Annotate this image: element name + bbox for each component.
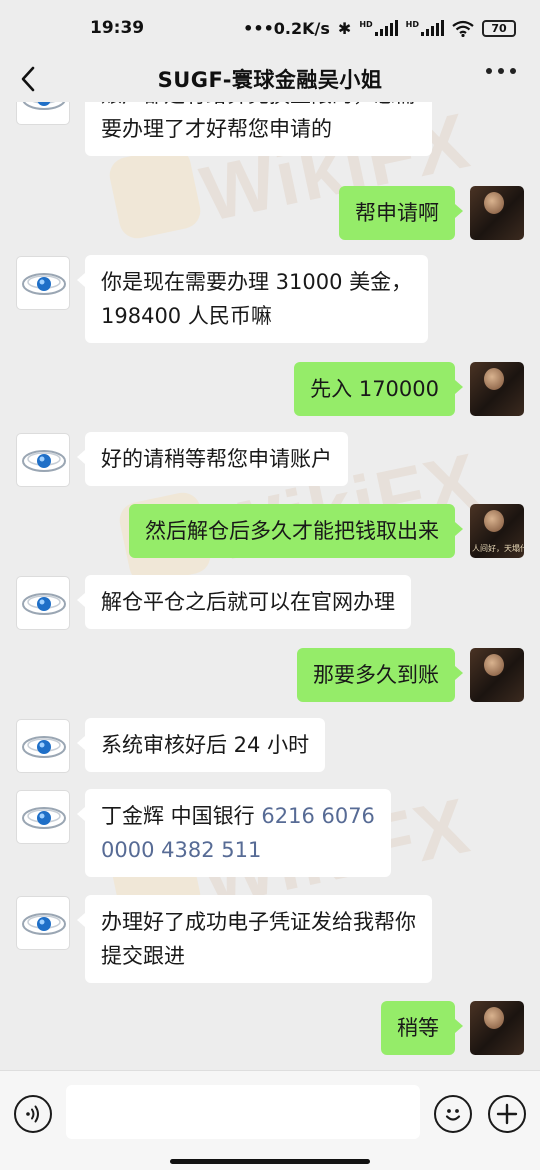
avatar[interactable]: 人间好，天塌什么 <box>470 504 524 558</box>
message-text: 那要多久到账 <box>313 663 439 687</box>
plus-icon[interactable] <box>488 1095 526 1133</box>
avatar[interactable] <box>16 256 70 310</box>
status-indicators: •••0.2K/s ✱ HD HD 70 <box>243 19 516 38</box>
wifi-icon <box>452 20 474 37</box>
message-text: 办理好了成功电子凭证发给我帮你 <box>101 910 416 934</box>
message-bubble[interactable]: 账户都是有给算完换上限的，您需 要办理了才好帮您申请的 <box>85 102 432 156</box>
message-text: 丁金辉 中国银行 6216 6076 <box>101 804 375 828</box>
message-text: 系统审核好后 24 小时 <box>101 733 310 757</box>
globe-logo-icon <box>17 736 69 772</box>
message-right: 帮申请啊 <box>0 184 540 242</box>
message-bubble[interactable]: 办理好了成功电子凭证发给我帮你 提交跟进 <box>77 895 432 983</box>
message-text: 帮申请啊 <box>355 201 439 225</box>
message-text: 好的请稍等帮您申请账户 <box>101 447 332 471</box>
message-left: 解仓平仓之后就可以在官网办理 <box>0 575 540 633</box>
message-text: 然后解仓后多久才能把钱取出来 <box>145 519 439 543</box>
avatar[interactable] <box>16 102 70 125</box>
avatar[interactable] <box>16 790 70 844</box>
more-dots-icon[interactable] <box>486 68 516 74</box>
globe-logo-icon <box>17 273 69 309</box>
globe-logo-icon <box>17 450 69 486</box>
message-bubble[interactable]: 帮申请啊 <box>339 186 463 240</box>
signal-1-icon: HD <box>359 20 398 36</box>
account-number-link[interactable]: 6216 6076 <box>261 804 375 828</box>
avatar[interactable] <box>16 896 70 950</box>
message-text: 账户都是有给算完换上限的，您需 <box>101 102 416 112</box>
message-text: 提交跟进 <box>101 944 185 968</box>
message-bubble[interactable]: 稍等 <box>381 1001 463 1055</box>
message-bubble[interactable]: 那要多久到账 <box>297 648 463 702</box>
avatar[interactable] <box>470 1001 524 1055</box>
message-input[interactable] <box>66 1085 420 1139</box>
input-bar <box>0 1070 540 1170</box>
message-text: 稍等 <box>397 1016 439 1040</box>
globe-logo-icon <box>17 807 69 843</box>
message-text: 解仓平仓之后就可以在官网办理 <box>101 590 395 614</box>
message-left: 丁金辉 中国银行 6216 6076 0000 4382 511 <box>0 789 540 881</box>
message-text: 先入 170000 <box>310 377 439 401</box>
message-text: 要办理了才好帮您申请的 <box>101 117 332 141</box>
globe-logo-icon <box>17 913 69 949</box>
message-bubble[interactable]: 丁金辉 中国银行 6216 6076 0000 4382 511 <box>77 789 391 877</box>
message-left: 办理好了成功电子凭证发给我帮你 提交跟进 <box>0 895 540 987</box>
message-bubble[interactable]: 然后解仓后多久才能把钱取出来 <box>129 504 463 558</box>
message-text: 198400 人民币嘛 <box>101 304 272 328</box>
message-bubble[interactable]: 你是现在需要办理 31000 美金， 198400 人民币嘛 <box>76 255 429 343</box>
network-speed: •••0.2K/s <box>243 18 330 38</box>
avatar[interactable] <box>470 648 524 702</box>
avatar[interactable] <box>16 576 70 630</box>
chat-area[interactable]: WikiFX WikiFX WikiFX 账户都是有给算完换上限的，您需 要办理… <box>0 102 540 1070</box>
message-right: 先入 170000 <box>0 360 540 418</box>
status-time: 19:39 <box>90 18 145 38</box>
message-text: 你是现在需要办理 31000 美金， <box>101 270 413 294</box>
chat-header: SUGF-寰球金融吴小姐 <box>0 56 540 102</box>
message-left: 好的请稍等帮您申请账户 <box>0 432 540 490</box>
avatar[interactable] <box>470 362 524 416</box>
voice-icon[interactable] <box>14 1095 52 1133</box>
chevron-left-icon[interactable] <box>14 60 44 98</box>
message-left: 你是现在需要办理 31000 美金， 198400 人民币嘛 <box>0 255 540 347</box>
emoji-icon[interactable] <box>434 1095 472 1133</box>
chat-title: SUGF-寰球金融吴小姐 <box>157 68 383 92</box>
home-indicator[interactable] <box>170 1159 370 1164</box>
avatar[interactable] <box>16 433 70 487</box>
avatar[interactable] <box>16 719 70 773</box>
status-bar: 19:39 •••0.2K/s ✱ HD HD 70 <box>0 0 540 56</box>
account-number-link[interactable]: 0000 4382 511 <box>101 833 375 867</box>
message-right: 人间好，天塌什么 然后解仓后多久才能把钱取出来 <box>0 503 540 561</box>
message-left: 账户都是有给算完换上限的，您需 要办理了才好帮您申请的 <box>0 102 540 172</box>
battery-icon: 70 <box>482 19 516 37</box>
signal-2-icon: HD <box>406 20 444 36</box>
bluetooth-icon: ✱ <box>337 18 352 38</box>
globe-logo-icon <box>17 102 69 124</box>
globe-logo-icon <box>17 593 69 629</box>
avatar[interactable] <box>470 186 524 240</box>
message-left: 系统审核好后 24 小时 <box>0 718 540 776</box>
message-right: 稍等 <box>0 999 540 1057</box>
message-bubble[interactable]: 系统审核好后 24 小时 <box>76 718 326 772</box>
message-bubble[interactable]: 先入 170000 <box>294 362 463 416</box>
message-bubble[interactable]: 好的请稍等帮您申请账户 <box>77 432 348 486</box>
message-bubble[interactable]: 解仓平仓之后就可以在官网办理 <box>77 575 411 629</box>
message-right: 那要多久到账 <box>0 646 540 704</box>
